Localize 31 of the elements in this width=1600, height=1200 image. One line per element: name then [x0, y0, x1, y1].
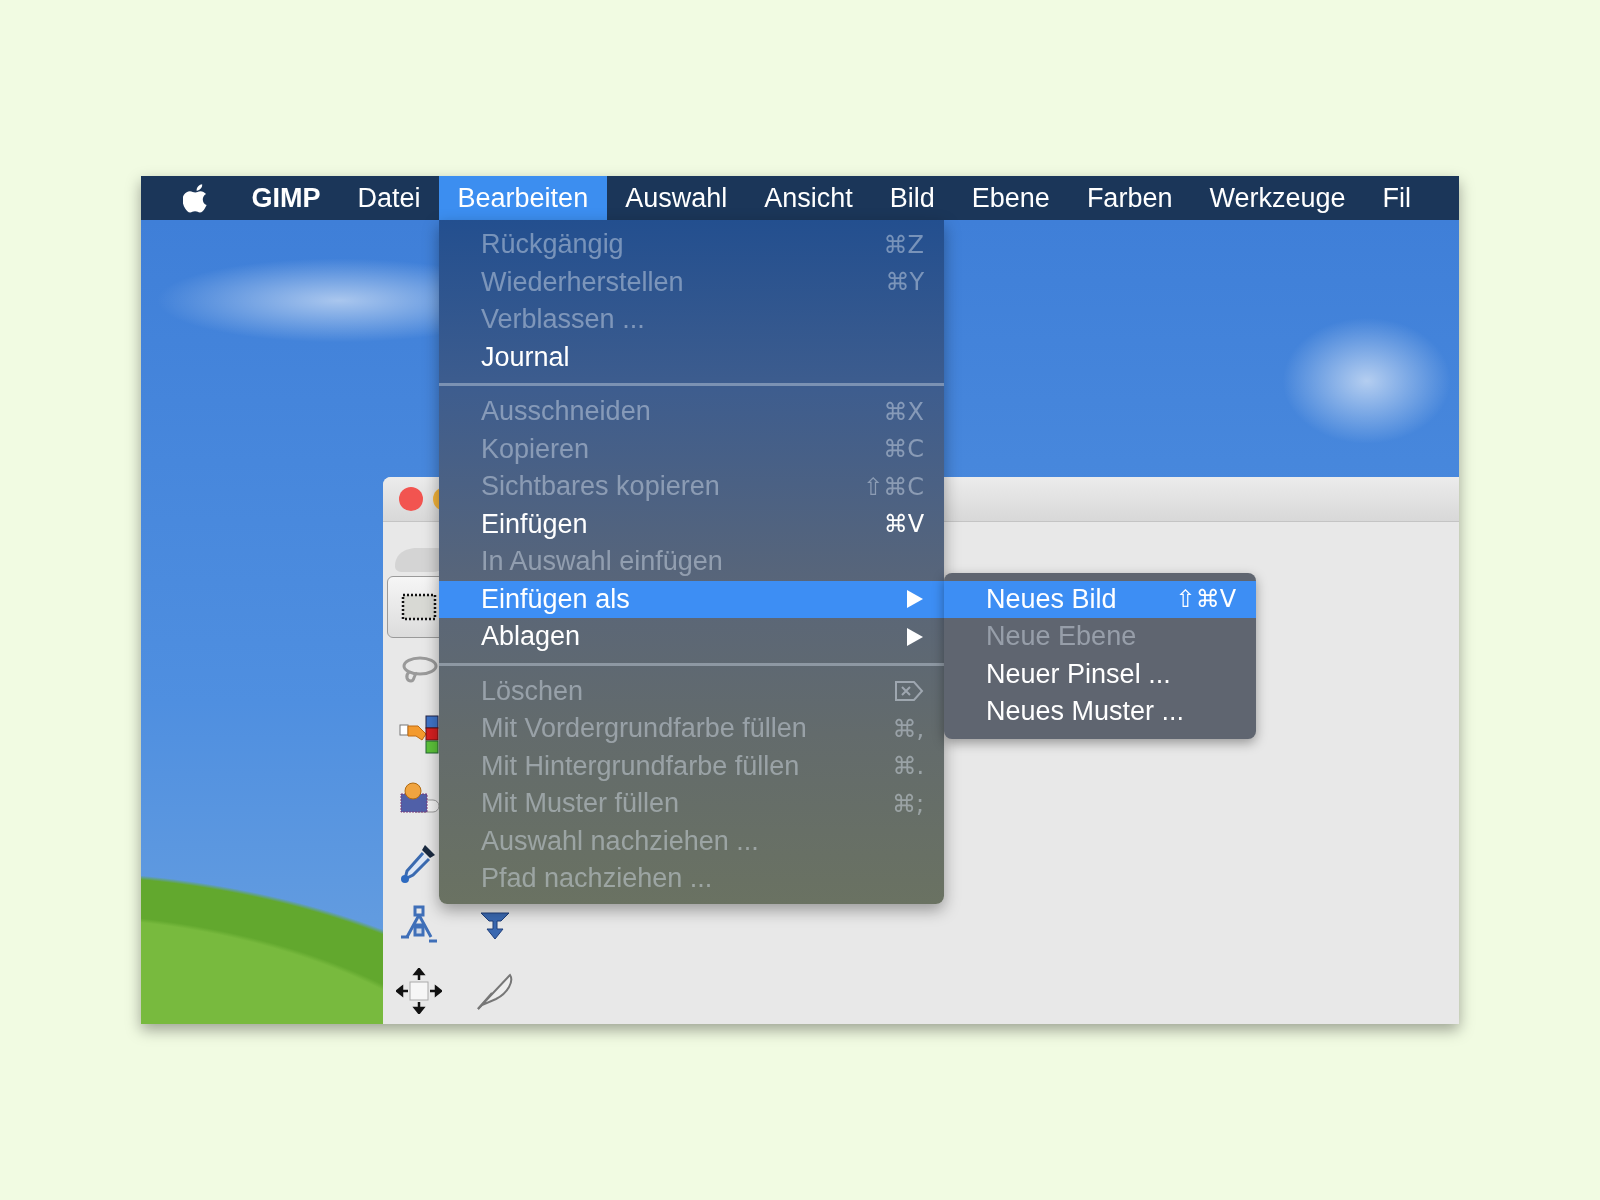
close-button[interactable]	[399, 487, 423, 511]
menu-item[interactable]: Neues Muster ...	[944, 693, 1257, 731]
shortcut-text: ⇧⌘V	[1175, 585, 1237, 614]
shortcut-text: ⌘X	[883, 397, 925, 426]
shortcut-text: ⌘,	[892, 714, 925, 743]
menu-item[interactable]: Journal	[439, 338, 945, 376]
shortcut-text: ⌘Y	[885, 268, 925, 297]
menu-bar-item[interactable]: Auswahl	[606, 176, 746, 220]
menu-bar-item[interactable]: Fil	[1364, 176, 1430, 220]
menu-bar-item[interactable]: GIMP	[233, 176, 339, 220]
menu-item[interactable]: Neuer Pinsel ...	[944, 655, 1257, 693]
menu-bar-item[interactable]: Bild	[871, 176, 954, 220]
menu-bar-item[interactable]: Werkzeuge	[1190, 176, 1364, 220]
shortcut-text: ⌘V	[883, 510, 925, 539]
shortcut-text: ⌘Z	[883, 230, 925, 259]
pointing-hand-color-swatches-icon	[398, 714, 440, 756]
menu-bar-item[interactable]: Farben	[1068, 176, 1191, 220]
menu-bar-item[interactable]: Datei	[339, 176, 440, 220]
shortcut-text: ⌘C	[883, 435, 925, 464]
rectangle-select-icon	[401, 593, 437, 621]
menu-bar-item[interactable]: Ansicht	[745, 176, 872, 220]
menu-item[interactable]: Einfügen als	[439, 580, 945, 618]
shortcut-text: ⌘;	[891, 789, 925, 818]
menu-item[interactable]: Neues Bild ⇧⌘V	[944, 580, 1257, 618]
menu-item[interactable]: Ablagen	[439, 618, 945, 656]
shortcut-text: ⇧⌘C	[863, 472, 925, 501]
move-arrows-icon	[396, 968, 442, 1014]
menu-bar-item[interactable]: Ebene	[953, 176, 1069, 220]
menu-item[interactable]: Einfügen ⌘V	[439, 505, 945, 543]
shortcut-text: ⌘.	[892, 752, 925, 781]
menu-bar-item[interactable]: Bearbeiten	[439, 176, 607, 220]
